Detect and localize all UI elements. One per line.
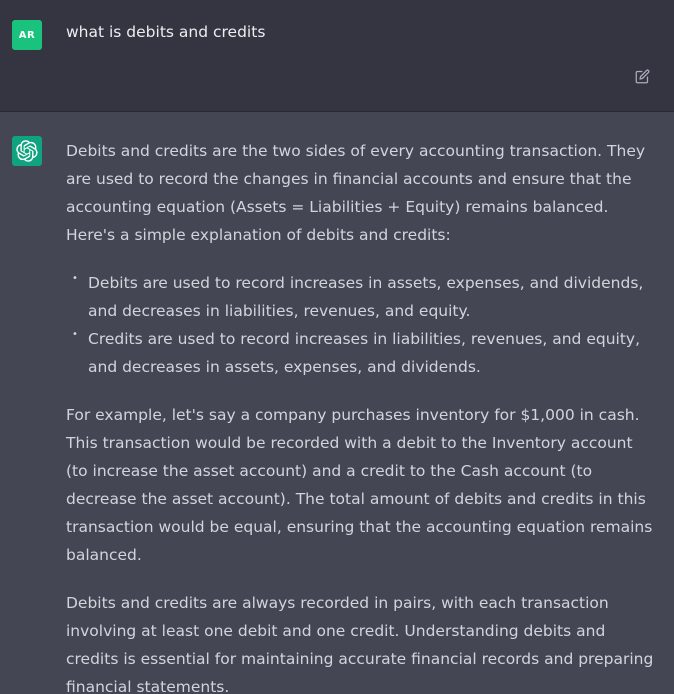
openai-logo-icon [16,140,38,162]
edit-message-button[interactable] [634,68,650,84]
user-avatar: AR [12,20,42,50]
assistant-avatar [12,136,42,166]
user-message-text: what is debits and credits [66,23,266,41]
answer-bullet-list: Debits are used to record increases in a… [66,265,656,381]
answer-paragraph-2: For example, let's say a company purchas… [66,406,653,564]
assistant-answer: Debits and credits are the two sides of … [66,137,656,694]
user-message-row: AR what is debits and credits [0,0,674,112]
assistant-message-row: Debits and credits are the two sides of … [0,112,674,694]
edit-icon [635,69,649,83]
list-item: Debits are used to record increases in a… [72,265,656,325]
answer-paragraph-3: Debits and credits are always recorded i… [66,594,654,694]
list-item: Credits are used to record increases in … [72,321,656,381]
answer-paragraph-1: Debits and credits are the two sides of … [66,142,646,244]
